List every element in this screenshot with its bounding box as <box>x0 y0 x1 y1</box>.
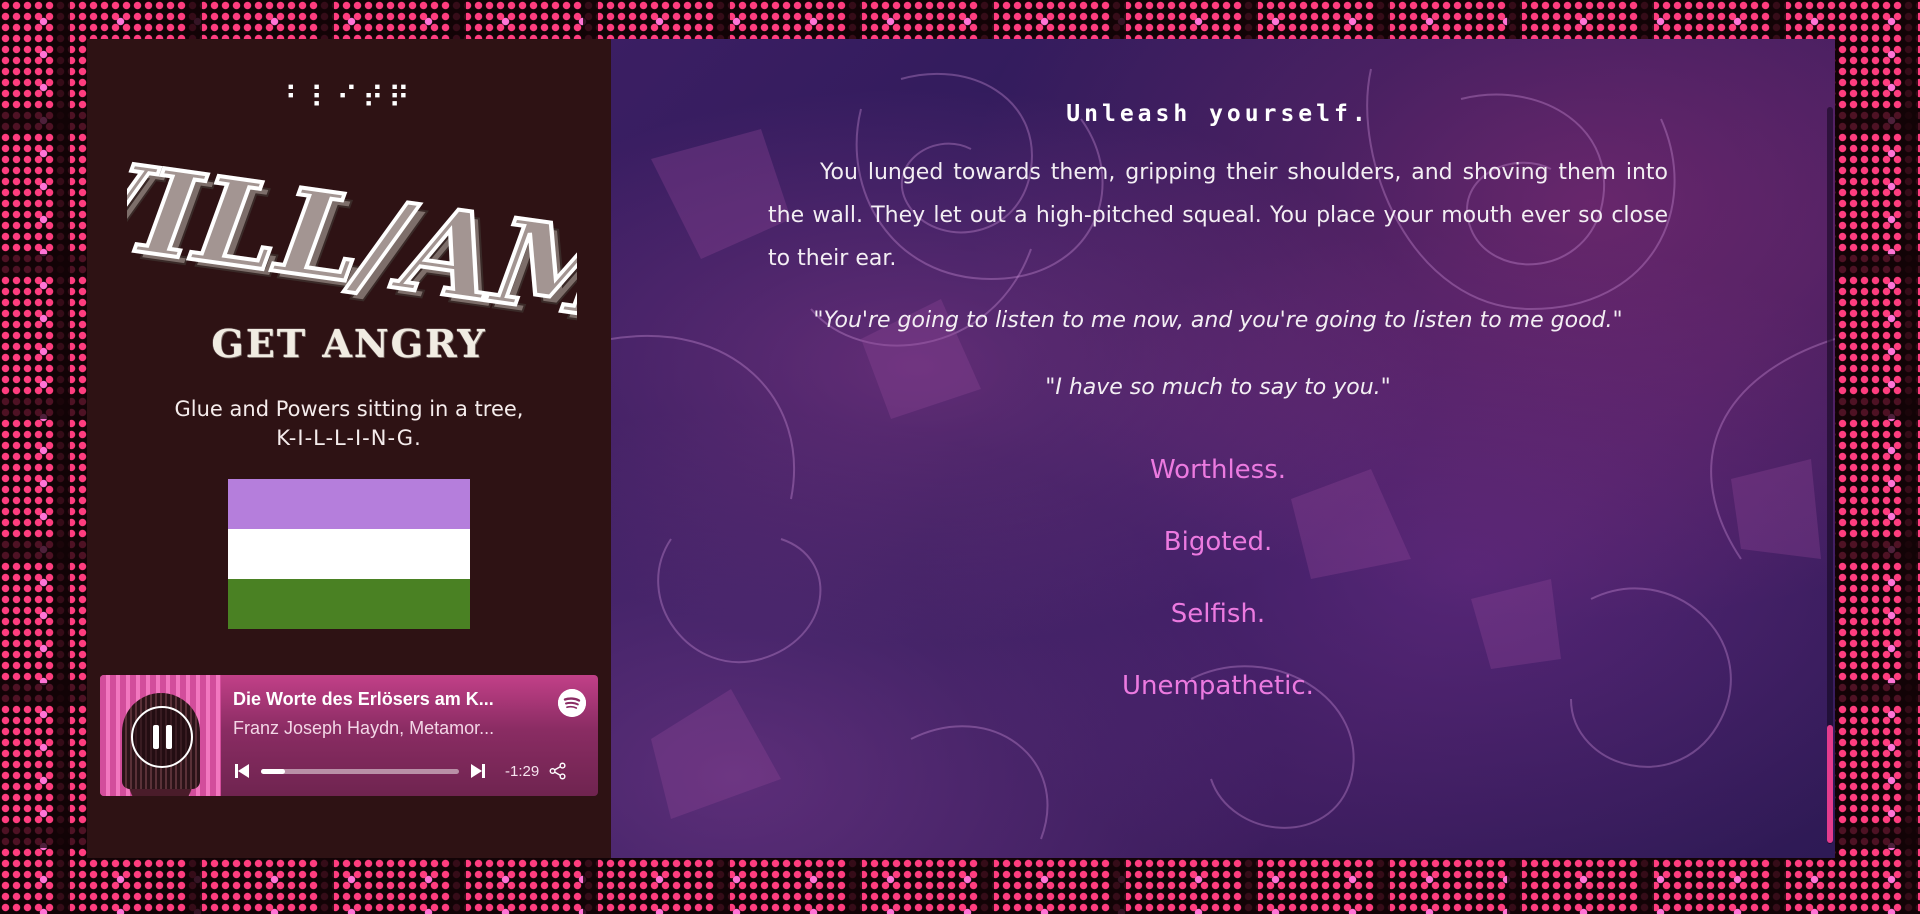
tagline-line-1: Glue and Powers sitting in a tree, <box>174 397 524 421</box>
choice-link-selfish[interactable]: Selfish. <box>768 594 1668 666</box>
track-artist[interactable]: Franz Joseph Haydn, Metamor... <box>233 718 533 739</box>
flag-stripe-green <box>228 579 470 629</box>
track-title[interactable]: Die Worte des Erlösers am K... <box>233 689 533 710</box>
choice-link-unempathetic[interactable]: Unempathetic. <box>768 666 1668 738</box>
pause-icon <box>152 725 172 749</box>
track-info: Die Worte des Erlösers am K... Franz Jos… <box>221 675 598 796</box>
share-icon[interactable] <box>549 762 567 780</box>
player-controls: -1:29 <box>233 762 586 780</box>
album-cover <box>100 675 221 796</box>
tagline-line-2: K-I-L-L-I-N-G. <box>276 426 422 450</box>
flag-stripe-white <box>228 529 470 579</box>
pause-button[interactable] <box>131 706 193 768</box>
progress-bar[interactable] <box>261 768 459 774</box>
progress-fill <box>261 768 285 774</box>
tagline: Glue and Powers sitting in a tree, K-I-L… <box>87 395 611 453</box>
story-content: Unleash yourself. You lunged towards the… <box>768 101 1668 738</box>
main-frame: ⠃⠇⠊⠞⠟ WILL/AM WILL/AM GET ANGRY Glue and… <box>87 39 1835 858</box>
story-panel: Unleash yourself. You lunged towards the… <box>611 39 1835 858</box>
story-quote-1: "You're going to listen to me now, and y… <box>813 308 1623 333</box>
scrollbar-thumb[interactable] <box>1827 725 1833 843</box>
story-paragraph: You lunged towards them, gripping their … <box>768 160 1668 271</box>
story-heading: Unleash yourself. <box>1066 101 1370 127</box>
sidebar: ⠃⠇⠊⠞⠟ WILL/AM WILL/AM GET ANGRY Glue and… <box>87 39 611 858</box>
spotify-icon[interactable] <box>558 689 586 717</box>
choice-link-worthless[interactable]: Worthless. <box>768 450 1668 522</box>
choice-list: Worthless. Bigoted. Selfish. Unempatheti… <box>768 450 1668 738</box>
time-remaining: -1:29 <box>505 762 540 780</box>
choice-link-bigoted[interactable]: Bigoted. <box>768 522 1668 594</box>
next-icon[interactable] <box>469 762 487 780</box>
spotify-player[interactable]: Die Worte des Erlösers am K... Franz Jos… <box>100 675 598 796</box>
mood-title: GET ANGRY <box>211 321 487 366</box>
story-quote-2: "I have so much to say to you." <box>1045 375 1391 400</box>
genderqueer-flag <box>228 479 470 629</box>
flag-stripe-lavender <box>228 479 470 529</box>
previous-icon[interactable] <box>233 762 251 780</box>
site-logo: WILL/AM WILL/AM <box>127 124 577 351</box>
